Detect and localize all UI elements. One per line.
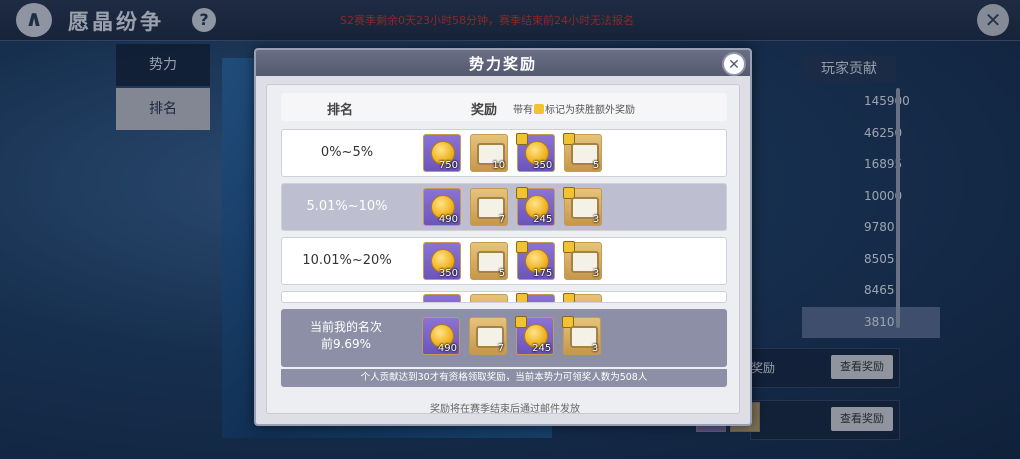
item-quantity: 750 [438,160,458,171]
chest-item[interactable]: 5 [563,133,603,172]
personal-contribution-note: 个人贡献达到30才有资格领取奖励，当前本势力可领奖人数为508人 [281,369,727,387]
item-quantity: 3 [592,268,600,279]
item-quantity: 490 [438,214,458,225]
rank-range: 10.01%~20% [302,253,392,268]
rank-range: 5.01%~10% [306,199,388,214]
bonus-marker-icon [515,316,528,328]
rank-range: 0%~5% [320,145,374,160]
chest-item[interactable]: 10 [470,134,509,172]
reward-items: 750 10 350 5 [423,133,606,174]
my-rank-label: 当前我的名次 前9.69% [281,319,411,353]
chest-item[interactable]: 3 [562,316,602,355]
table-row: 5.01%~10% 490 7 245 3 [281,183,727,231]
coin-item[interactable]: 350 [516,133,556,172]
bonus-marker-icon [516,187,529,199]
item-quantity: 245 [532,343,552,354]
reward-items: 490 7 245 3 [423,187,606,228]
item-quantity: 350 [533,160,553,171]
coin-item[interactable]: 245 [516,187,556,226]
note-suffix: 标记为获胜额外奖励 [545,105,635,116]
coin-item[interactable]: 175 [516,241,556,280]
dialog-close-button[interactable]: ✕ [722,52,746,76]
bonus-marker-icon [516,293,529,302]
item-quantity: 490 [437,343,457,354]
dialog-titlebar: 势力奖励 [256,50,750,76]
chest-item[interactable]: 7 [469,317,508,355]
coin-item[interactable]: 750 [423,134,461,172]
item-quantity: 5 [498,268,506,279]
coin-item[interactable]: 350 [423,242,461,280]
item-quantity: 3 [592,214,600,225]
item-quantity: 5 [592,160,600,171]
dialog-title: 势力奖励 [468,55,537,73]
reward-table: 排名 奖励 带有 标记为获胜额外奖励 0%~5% 750 10 350 5 5.0… [266,84,740,414]
item-quantity: 350 [438,268,458,279]
item-quantity: 7 [497,343,505,354]
bonus-marker-icon [534,104,544,114]
bonus-marker-icon [516,241,529,253]
mail-delivery-note: 奖励将在赛季结束后通过邮件发放 [430,404,580,415]
item-quantity: 175 [533,268,553,279]
chest-item[interactable]: 3 [563,241,603,280]
my-rank-value: 前9.69% [320,337,372,351]
my-rank-title: 当前我的名次 [309,320,382,334]
note-prefix: 带有 [513,105,533,116]
coin-item[interactable]: 490 [423,188,461,226]
header-reward: 奖励 [471,103,498,118]
coin-item[interactable]: 245 [515,316,555,355]
table-row-partial [281,291,727,303]
coin-item[interactable] [516,293,556,302]
coin-item[interactable] [423,294,461,302]
bonus-marker-icon [516,133,529,145]
reward-items [423,293,606,302]
item-quantity: 3 [591,343,599,354]
coin-item[interactable]: 490 [422,317,460,355]
table-row: 0%~5% 750 10 350 5 [281,129,727,177]
chest-item[interactable]: 5 [470,242,509,280]
item-quantity: 10 [492,160,506,171]
table-row: 10.01%~20% 350 5 175 3 [281,237,727,285]
my-rank-row: 当前我的名次 前9.69% 490 7 245 3 [281,309,727,367]
chest-item[interactable] [470,294,509,302]
chest-item[interactable] [563,293,603,302]
faction-reward-dialog: 势力奖励 ✕ 排名 奖励 带有 标记为获胜额外奖励 0%~5% 750 10 35… [254,48,752,426]
bonus-marker-icon [563,293,576,302]
item-quantity: 245 [533,214,553,225]
reward-items: 490 7 245 3 [422,316,605,357]
item-quantity: 7 [498,214,506,225]
header-rank: 排名 [327,103,354,118]
chest-item[interactable]: 3 [563,187,603,226]
header-bonus-note: 带有 标记为获胜额外奖励 [513,101,635,116]
reward-items: 350 5 175 3 [423,241,606,282]
chest-item[interactable]: 7 [470,188,509,226]
table-header: 排名 奖励 带有 标记为获胜额外奖励 [281,93,727,121]
